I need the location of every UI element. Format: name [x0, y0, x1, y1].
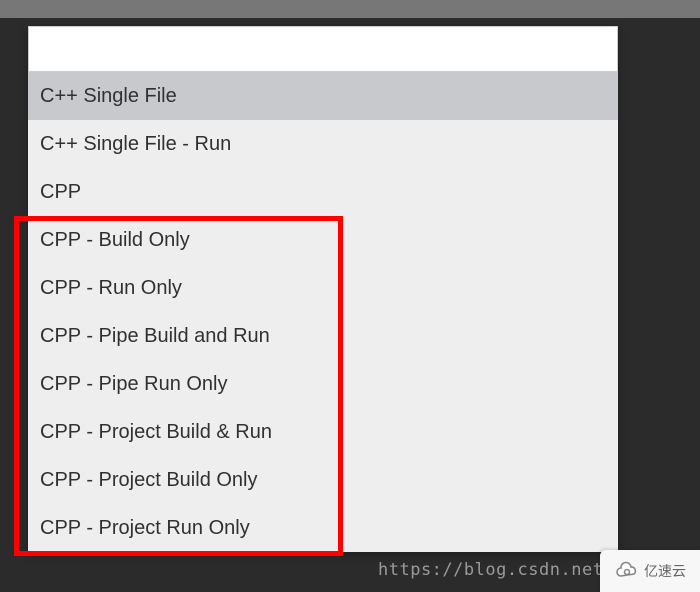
- watermark-url: https://blog.csdn.net/: [378, 560, 614, 580]
- search-input[interactable]: [28, 26, 618, 72]
- list-item-label: CPP - Run Only: [40, 277, 182, 300]
- brand-badge: 亿速云: [600, 550, 700, 592]
- list-item[interactable]: CPP - Project Build Only: [28, 456, 618, 504]
- list-item-label: CPP - Project Build & Run: [40, 421, 272, 444]
- brand-text: 亿速云: [644, 561, 686, 581]
- list-item[interactable]: CPP - Run Only: [28, 264, 618, 312]
- build-system-dropdown: C++ Single File C++ Single File - Run CPP C…: [28, 26, 618, 552]
- list-item[interactable]: CPP: [28, 168, 618, 216]
- list-item-label: CPP - Project Run Only: [40, 517, 250, 540]
- list-item-label: CPP - Pipe Build and Run: [40, 325, 270, 348]
- list-item[interactable]: CPP - Build Only: [28, 216, 618, 264]
- cloud-icon: [614, 561, 640, 581]
- list-item[interactable]: CPP - Pipe Run Only: [28, 360, 618, 408]
- list-item[interactable]: CPP - Pipe Build and Run: [28, 312, 618, 360]
- list-item-label: CPP - Pipe Run Only: [40, 373, 228, 396]
- list-item-label: C++ Single File: [40, 85, 177, 108]
- list-item[interactable]: C++ Single File: [28, 72, 618, 120]
- list-item[interactable]: CPP - Project Build & Run: [28, 408, 618, 456]
- list-item[interactable]: C++ Single File - Run: [28, 120, 618, 168]
- list-item[interactable]: CPP - Project Run Only: [28, 504, 618, 552]
- window-titlebar: [0, 0, 700, 18]
- list-item-label: CPP - Project Build Only: [40, 469, 258, 492]
- list-item-label: C++ Single File - Run: [40, 133, 231, 156]
- list-item-label: CPP: [40, 181, 81, 204]
- list-item-label: CPP - Build Only: [40, 229, 190, 252]
